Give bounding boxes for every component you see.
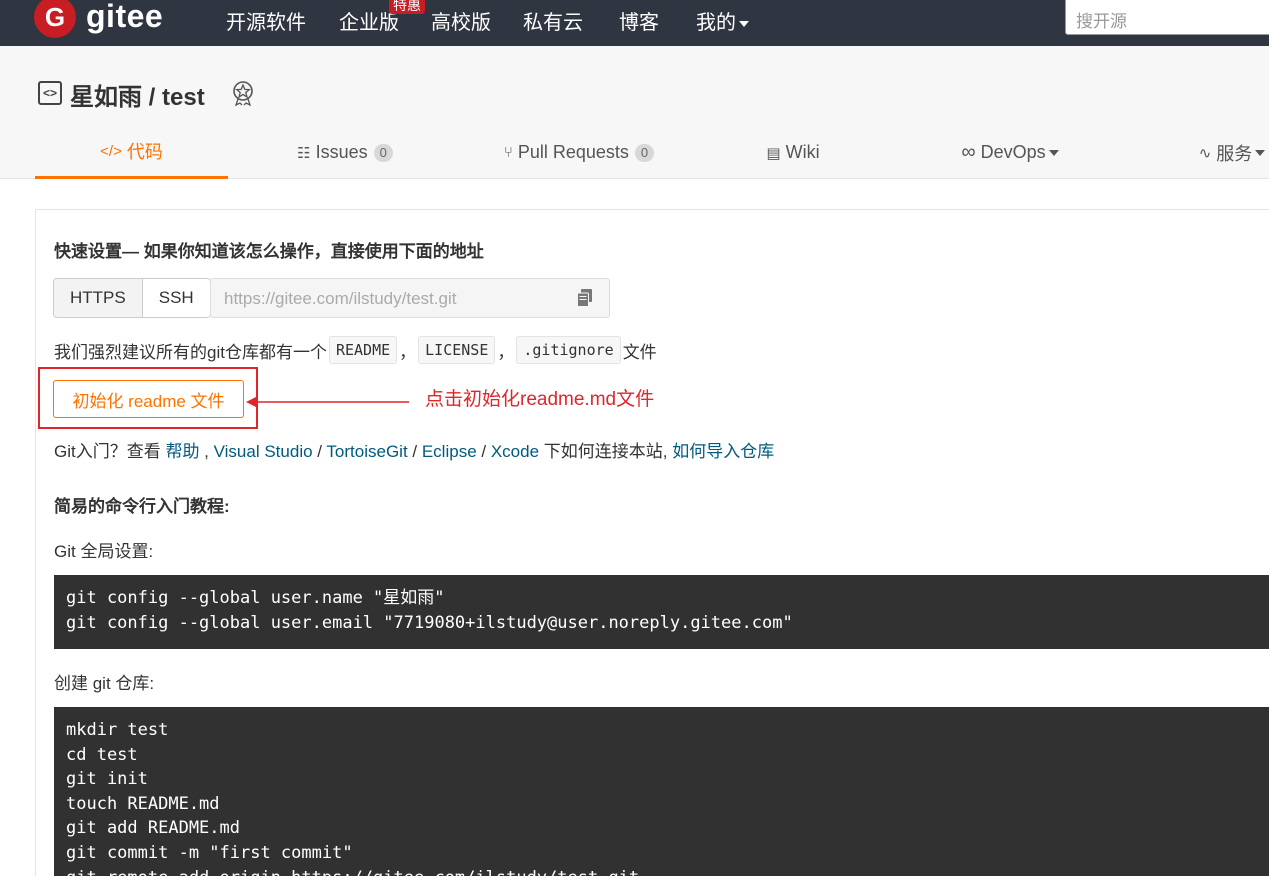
- separator: ，: [399, 342, 417, 362]
- import-repo-link[interactable]: 如何导入仓库: [672, 442, 774, 461]
- global-settings-label: Git 全局设置:: [54, 542, 154, 561]
- visual-studio-link[interactable]: Visual Studio: [214, 442, 313, 461]
- repo-header: <> 星如雨 / test </> 代码 ☷ Issues 0 ⑂ Pull R…: [0, 46, 1269, 179]
- help-link[interactable]: 帮助: [165, 442, 199, 461]
- wiki-icon: ▤: [766, 144, 781, 162]
- help-line: Git入门？查看 帮助 , Visual Studio / TortoiseGi…: [54, 437, 774, 462]
- issues-icon: ☷: [297, 144, 311, 162]
- xcode-link[interactable]: Xcode: [491, 442, 539, 461]
- protocol-toggle: HTTPS SSH: [53, 278, 211, 318]
- nav-blog[interactable]: 博客: [619, 6, 659, 35]
- repo-title[interactable]: 星如雨 / test: [70, 77, 205, 112]
- tab-services[interactable]: ∿ 服务: [1192, 126, 1269, 179]
- create-repo-label: 创建 git 仓库:: [54, 674, 155, 693]
- tab-label: DevOps: [980, 142, 1046, 162]
- tab-wiki[interactable]: ▤ Wiki: [762, 126, 824, 179]
- gitignore-chip: .gitignore: [516, 336, 621, 364]
- nav-education[interactable]: 高校版: [431, 6, 491, 35]
- separator: ,: [199, 442, 214, 461]
- tab-label: Wiki: [785, 142, 820, 162]
- gitee-logo[interactable]: G gitee: [34, 0, 163, 38]
- license-chip: LICENSE: [418, 336, 496, 364]
- annotation-text: 点击初始化readme.md文件: [425, 389, 655, 410]
- recommend-suffix: 文件: [622, 342, 657, 362]
- tab-devops[interactable]: ∞ DevOps: [955, 126, 1065, 179]
- nav-mine[interactable]: 我的: [696, 6, 749, 35]
- chevron-down-icon: [1048, 149, 1059, 156]
- pull-requests-count: 0: [634, 143, 655, 162]
- chevron-down-icon: [739, 20, 749, 27]
- ssh-button[interactable]: SSH: [142, 279, 210, 317]
- quick-setup-heading: 快速设置— 如果你知道该怎么操作，直接使用下面的地址: [54, 242, 484, 261]
- code-icon: </>: [100, 142, 122, 160]
- help-middle: 下如何连接本站,: [539, 442, 673, 461]
- init-readme-button[interactable]: 初始化 readme 文件: [53, 380, 244, 418]
- search-input[interactable]: 搜开源: [1065, 0, 1269, 35]
- clone-url-field[interactable]: https://gitee.com/ilstudy/test.git: [210, 278, 610, 318]
- tab-issues[interactable]: ☷ Issues 0: [295, 126, 395, 179]
- tab-code[interactable]: </> 代码: [35, 126, 228, 179]
- infinity-icon: ∞: [961, 141, 976, 163]
- separator: ，: [497, 342, 515, 362]
- copy-icon[interactable]: [577, 289, 593, 307]
- separator: /: [407, 442, 422, 461]
- top-navbar: G gitee 开源软件 企业版 特惠 高校版 私有云 博客 我的 搜开源: [0, 0, 1269, 46]
- tortoisegit-link[interactable]: TortoiseGit: [326, 442, 407, 461]
- separator: /: [312, 442, 327, 461]
- recommend-text: 我们强烈建议所有的git仓库都有一个 README ， LICENSE ， .g…: [54, 336, 657, 364]
- tab-label: 代码: [126, 142, 163, 162]
- tab-label: Issues: [315, 142, 368, 162]
- tab-label: Pull Requests: [517, 142, 629, 162]
- readme-chip: README: [328, 336, 398, 364]
- tutorial-heading: 简易的命令行入门教程:: [54, 497, 230, 516]
- help-prefix: Git入门？查看: [54, 442, 166, 461]
- nav-mine-label: 我的: [696, 12, 736, 34]
- separator: /: [476, 442, 491, 461]
- nav-private-cloud[interactable]: 私有云: [523, 6, 583, 35]
- recommend-badge-icon: [233, 81, 253, 106]
- global-config-code[interactable]: git config --global user.name "星如雨" git …: [54, 575, 1269, 649]
- recommend-prefix: 我们强烈建议所有的git仓库都有一个: [54, 342, 327, 362]
- eclipse-link[interactable]: Eclipse: [422, 442, 477, 461]
- pulse-icon: ∿: [1198, 144, 1212, 162]
- nav-open-source[interactable]: 开源软件: [226, 6, 306, 35]
- gitee-logo-icon: G: [34, 0, 76, 38]
- logo-text: gitee: [86, 0, 164, 34]
- chevron-down-icon: [1255, 149, 1266, 156]
- repo-code-icon: <>: [38, 81, 62, 105]
- tab-pull-requests[interactable]: ⑂ Pull Requests 0: [500, 126, 658, 179]
- pull-request-icon: ⑂: [503, 144, 513, 161]
- https-button[interactable]: HTTPS: [54, 279, 143, 317]
- create-repo-code[interactable]: mkdir test cd test git init touch README…: [54, 707, 1269, 876]
- repo-tabs: </> 代码 ☷ Issues 0 ⑂ Pull Requests 0 ▤ Wi…: [0, 126, 1269, 179]
- promo-badge: 特惠: [389, 0, 425, 14]
- issues-count: 0: [373, 143, 393, 162]
- annotation-arrow-icon: [246, 396, 409, 408]
- tab-label: 服务: [1216, 143, 1253, 164]
